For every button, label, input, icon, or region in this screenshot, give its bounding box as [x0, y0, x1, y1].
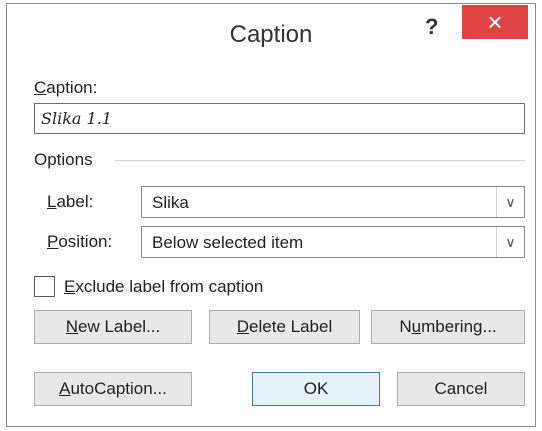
- label-field-label: Label:: [47, 192, 94, 211]
- dialog-title: Caption: [229, 21, 313, 48]
- delete-label-button[interactable]: Delete Label: [209, 310, 360, 344]
- chevron-down-icon[interactable]: ∨: [496, 227, 524, 257]
- exclude-label-checkbox[interactable]: [34, 276, 55, 297]
- title-bar: Caption ? ×: [7, 4, 535, 56]
- caption-label-rest: aption:: [46, 78, 98, 97]
- new-label-button[interactable]: New Label...: [34, 310, 192, 344]
- position-select[interactable]: Below selected item ∨: [141, 226, 525, 258]
- caption-dialog: Caption ? × Caption: Options Label: Slik…: [6, 3, 536, 427]
- numbering-button[interactable]: Numbering...: [371, 310, 525, 344]
- cancel-button[interactable]: Cancel: [397, 372, 525, 406]
- autocaption-button[interactable]: AutoCaption...: [34, 372, 192, 406]
- caption-input[interactable]: [34, 103, 525, 134]
- close-icon: ×: [487, 7, 503, 37]
- caption-label: Caption:: [34, 78, 98, 97]
- position-select-value: Below selected item: [152, 233, 304, 252]
- label-select[interactable]: Slika ∨: [141, 186, 525, 218]
- exclude-label-text: Exclude label from caption: [64, 277, 264, 296]
- close-button[interactable]: ×: [462, 5, 528, 39]
- position-field-label: Position:: [47, 232, 113, 251]
- chevron-down-icon[interactable]: ∨: [496, 187, 524, 217]
- help-button[interactable]: ?: [425, 14, 438, 40]
- options-divider: [115, 160, 525, 161]
- options-group-title: Options: [34, 150, 93, 169]
- label-select-value: Slika: [152, 193, 189, 212]
- ok-button[interactable]: OK: [252, 372, 380, 406]
